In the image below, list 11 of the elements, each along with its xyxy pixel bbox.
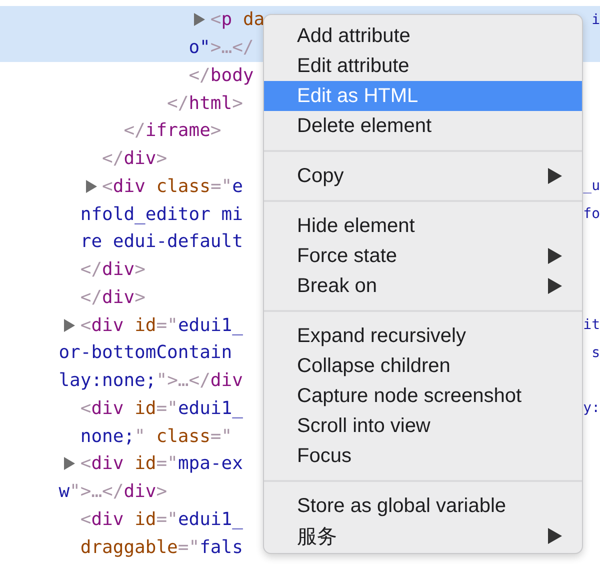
code-line: or-bottomContain (58, 342, 232, 364)
code-line: o">…</ (188, 37, 254, 58)
code-fragment: i (592, 12, 600, 28)
code-fragment: _u (583, 178, 600, 194)
code-line: <p da (210, 9, 265, 30)
code-fragment: s (592, 344, 600, 361)
code-line: </div> (102, 148, 168, 170)
code-line: <div class="e (102, 176, 243, 197)
code-line: <div id="mpa-ex (80, 453, 243, 474)
code-fragment: it (583, 317, 600, 334)
code-line: <div id="edui1_ (80, 314, 243, 336)
